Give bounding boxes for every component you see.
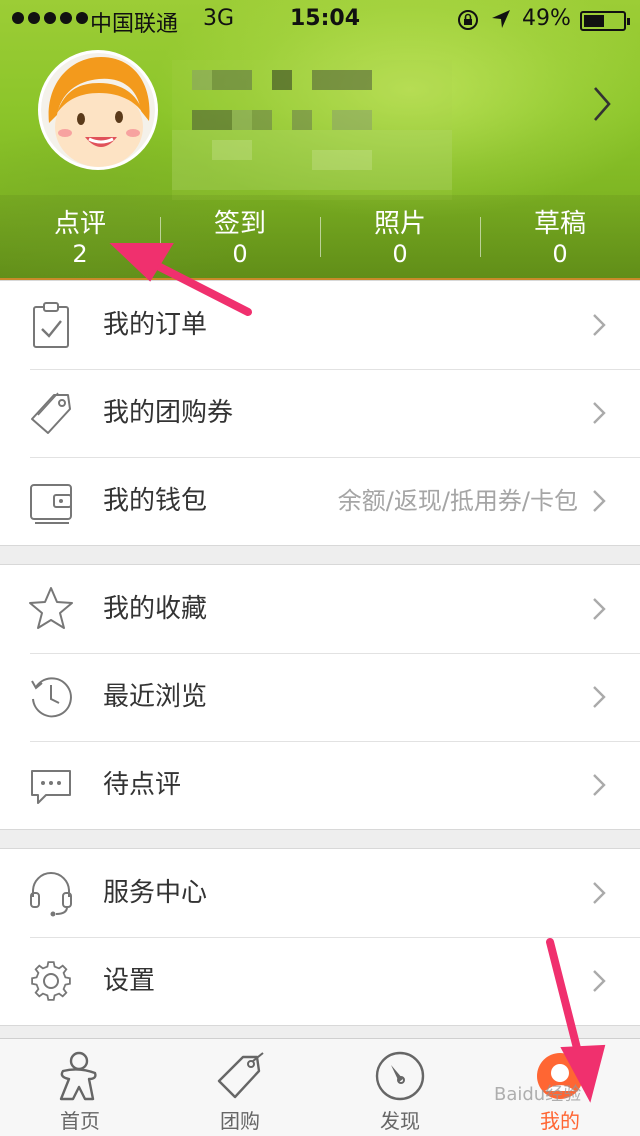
stat-label: 点评 [53, 209, 106, 239]
chat-bubble-icon [31, 770, 71, 804]
avatar[interactable] [38, 50, 158, 170]
profile-stats: 点评 2 签到 0 照片 0 草稿 0 [0, 195, 640, 278]
chevron-right-icon [593, 402, 606, 424]
chevron-right-icon [593, 314, 606, 336]
menu-item-label: 我的收藏 [103, 594, 208, 624]
stat-value: 0 [552, 240, 568, 268]
rotation-lock-icon [458, 10, 478, 30]
tab-label: 首页 [60, 1109, 100, 1133]
stat-drafts[interactable]: 草稿 0 [480, 195, 640, 278]
menu-item-service-center[interactable]: 服务中心 [0, 849, 640, 937]
menu-item-label: 我的钱包 [103, 486, 208, 516]
menu-group-settings: 服务中心 设置 [0, 848, 640, 1026]
tab-label: 我的 [540, 1109, 580, 1133]
tab-label: 团购 [220, 1109, 260, 1133]
chevron-right-icon [593, 490, 606, 512]
baidu-jingyan-watermark: Baidu经验 [494, 1084, 582, 1105]
profile-chevron-right-icon[interactable] [590, 84, 614, 124]
tab-group-buy[interactable]: 团购 [160, 1039, 320, 1136]
signal-strength-icon [12, 12, 88, 24]
menu-item-label: 设置 [103, 966, 156, 996]
menu-item-label: 我的订单 [103, 310, 208, 340]
menu-item-group-coupons[interactable]: 我的团购券 [0, 369, 640, 457]
stat-label: 照片 [373, 209, 426, 239]
stat-value: 2 [72, 240, 88, 268]
profile-header[interactable]: 中国联通 3G 15:04 49% 点评 2 签到 0 照片 0 草稿 0 [0, 0, 640, 280]
wallet-icon [30, 484, 72, 524]
status-bar: 中国联通 3G 15:04 49% [0, 0, 640, 40]
menu-group-account: 我的订单 我的团购券 我的钱包 余额/返现/抵用券/卡包 [0, 280, 640, 546]
clipboard-check-icon [33, 302, 69, 348]
stat-photos[interactable]: 照片 0 [320, 195, 480, 278]
username-pixelated [172, 60, 452, 200]
star-icon [29, 587, 73, 629]
chevron-right-icon [593, 686, 606, 708]
cartoon-avatar-icon [41, 53, 155, 167]
menu-item-orders[interactable]: 我的订单 [0, 281, 640, 369]
home-person-icon [59, 1051, 97, 1101]
stat-value: 0 [392, 240, 408, 268]
menu-item-favorites[interactable]: 我的收藏 [0, 565, 640, 653]
gear-icon [31, 961, 71, 1001]
menu-group-activity: 我的收藏 最近浏览 待点评 [0, 564, 640, 830]
tag-icon [31, 392, 71, 434]
menu-item-wallet[interactable]: 我的钱包 余额/返现/抵用券/卡包 [0, 457, 640, 545]
headset-icon [30, 872, 72, 917]
chevron-right-icon [593, 598, 606, 620]
compass-icon [375, 1051, 425, 1101]
stat-checkins[interactable]: 签到 0 [160, 195, 320, 278]
location-arrow-icon [492, 10, 510, 28]
menu-item-pending-reviews[interactable]: 待点评 [0, 741, 640, 829]
chevron-right-icon [593, 970, 606, 992]
status-time: 15:04 [290, 6, 361, 31]
tab-discover[interactable]: 发现 [320, 1039, 480, 1136]
history-clock-icon [31, 677, 72, 718]
menu-item-settings[interactable]: 设置 [0, 937, 640, 1025]
chevron-right-icon [593, 882, 606, 904]
tab-label: 发现 [380, 1109, 420, 1133]
network-type: 3G [203, 6, 235, 31]
menu-item-label: 最近浏览 [103, 682, 208, 712]
tab-home[interactable]: 首页 [0, 1039, 160, 1136]
stat-reviews[interactable]: 点评 2 [0, 195, 160, 278]
battery-percent: 49% [522, 6, 571, 31]
carrier-name: 中国联通 [90, 12, 179, 37]
wallet-hint: 余额/返现/抵用券/卡包 [337, 487, 578, 515]
chevron-right-icon [593, 774, 606, 796]
stat-value: 0 [232, 240, 248, 268]
menu-item-recently-viewed[interactable]: 最近浏览 [0, 653, 640, 741]
stat-label: 草稿 [533, 209, 586, 239]
menu-item-label: 服务中心 [103, 878, 208, 908]
menu-item-label: 我的团购券 [103, 398, 234, 428]
tag-icon [217, 1052, 264, 1099]
stat-label: 签到 [213, 209, 266, 239]
battery-icon [580, 11, 630, 31]
menu-item-label: 待点评 [103, 770, 182, 800]
